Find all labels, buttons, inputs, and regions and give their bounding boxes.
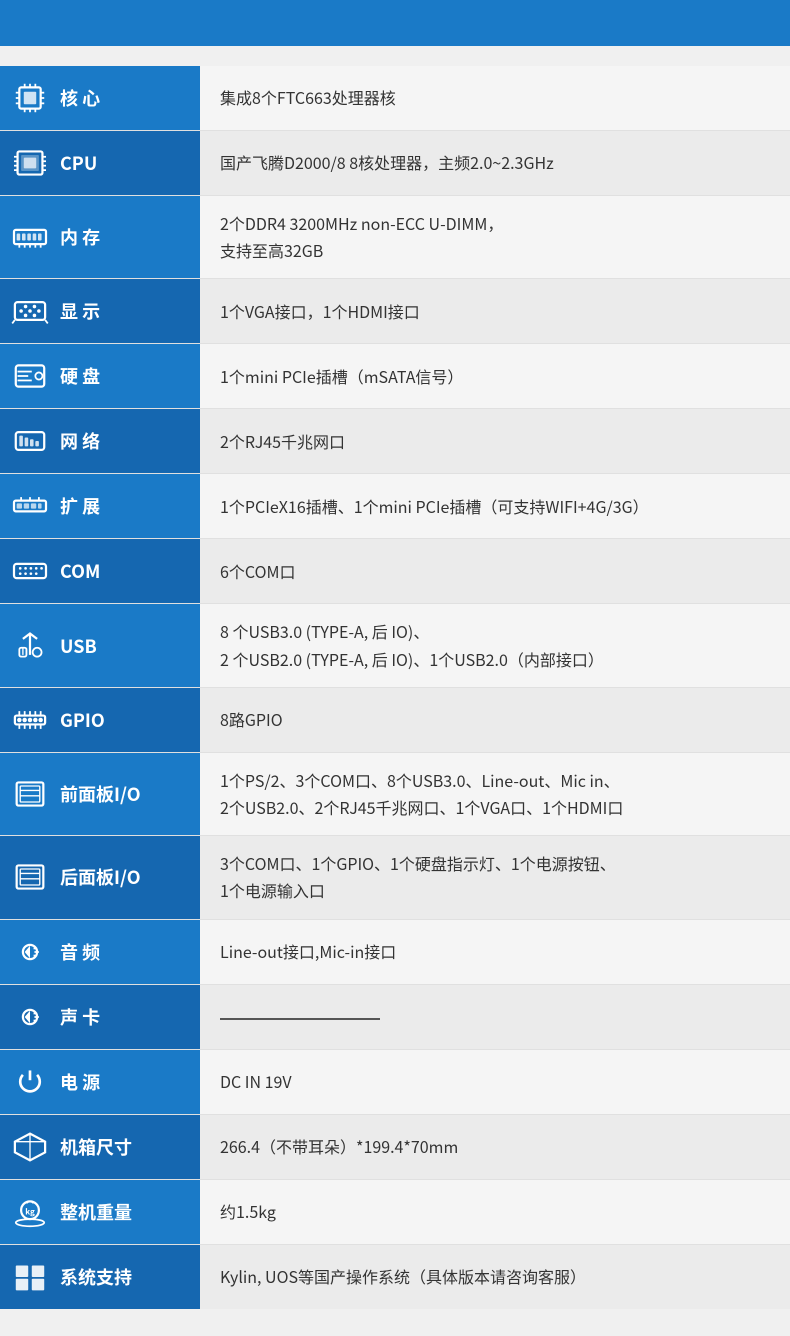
label-cell-cpu: CPU bbox=[0, 131, 200, 196]
label-text-audio: 音 频 bbox=[60, 939, 100, 965]
label-cell-gpio: GPIO bbox=[0, 687, 200, 752]
value-cell-core: 集成8个FTC663处理器核 bbox=[200, 66, 790, 131]
table-row: 电 源 DC IN 19V bbox=[0, 1049, 790, 1114]
serial-icon bbox=[10, 553, 50, 589]
table-row: 内 存 2个DDR4 3200MHz non-ECC U-DIMM，支持至高32G… bbox=[0, 196, 790, 279]
label-cell-weight: kg 整机重量 bbox=[0, 1179, 200, 1244]
table-row: 声 卡 bbox=[0, 984, 790, 1049]
network-icon bbox=[10, 423, 50, 459]
label-text-usb: USB bbox=[60, 633, 97, 659]
label-text-weight: 整机重量 bbox=[60, 1199, 132, 1225]
audio-icon bbox=[10, 934, 50, 970]
spacer-top bbox=[0, 46, 790, 66]
cpu-chip-icon bbox=[10, 80, 50, 116]
label-cell-os: 系统支持 bbox=[0, 1244, 200, 1309]
table-row: USB 8 个USB3.0 (TYPE-A, 后 IO)、2 个USB2.0 (T… bbox=[0, 604, 790, 687]
label-cell-power: 电 源 bbox=[0, 1049, 200, 1114]
table-row: kg 整机重量约1.5kg bbox=[0, 1179, 790, 1244]
weight-icon: kg bbox=[10, 1194, 50, 1230]
table-row: 硬 盘 1个mini PCIe插槽（mSATA信号） bbox=[0, 344, 790, 409]
table-row: 网 络 2个RJ45千兆网口 bbox=[0, 409, 790, 474]
label-text-os: 系统支持 bbox=[60, 1264, 132, 1290]
label-text-core: 核 心 bbox=[60, 85, 100, 111]
vga-icon bbox=[10, 293, 50, 329]
label-cell-core: 核 心 bbox=[0, 66, 200, 131]
usb-icon bbox=[10, 628, 50, 664]
table-row: COM 6个COM口 bbox=[0, 539, 790, 604]
table-row: 核 心 集成8个FTC663处理器核 bbox=[0, 66, 790, 131]
label-text-rear-io: 后面板I/O bbox=[60, 864, 141, 890]
value-cell-storage: 1个mini PCIe插槽（mSATA信号） bbox=[200, 344, 790, 409]
label-cell-front-io: 前面板I/O bbox=[0, 752, 200, 835]
label-text-power: 电 源 bbox=[60, 1069, 100, 1095]
label-text-expansion: 扩 展 bbox=[60, 493, 100, 519]
spacer-bottom bbox=[0, 1309, 790, 1329]
pcie-icon bbox=[10, 488, 50, 524]
table-row: GPIO 8路GPIO bbox=[0, 687, 790, 752]
table-row: 音 频 Line-out接口,Mic-in接口 bbox=[0, 919, 790, 984]
label-text-display: 显 示 bbox=[60, 298, 100, 324]
label-cell-expansion: 扩 展 bbox=[0, 474, 200, 539]
processor-icon bbox=[10, 145, 50, 181]
value-cell-rear-io: 3个COM口、1个GPIO、1个硬盘指示灯、1个电源按钮、1个电源输入口 bbox=[200, 836, 790, 919]
label-text-memory: 内 存 bbox=[60, 224, 100, 250]
value-cell-memory: 2个DDR4 3200MHz non-ECC U-DIMM，支持至高32GB bbox=[200, 196, 790, 279]
label-cell-audio: 音 频 bbox=[0, 919, 200, 984]
value-cell-cpu: 国产飞腾D2000/8 8核处理器，主频2.0~2.3GHz bbox=[200, 131, 790, 196]
value-cell-gpio: 8路GPIO bbox=[200, 687, 790, 752]
audio-icon bbox=[10, 999, 50, 1035]
label-cell-chassis: 机箱尺寸 bbox=[0, 1114, 200, 1179]
table-row: 机箱尺寸 266.4（不带耳朵）*199.4*70mm bbox=[0, 1114, 790, 1179]
table-row: 后面板I/O 3个COM口、1个GPIO、1个硬盘指示灯、1个电源按钮、1个电源输… bbox=[0, 836, 790, 919]
value-cell-weight: 约1.5kg bbox=[200, 1179, 790, 1244]
label-cell-network: 网 络 bbox=[0, 409, 200, 474]
label-text-storage: 硬 盘 bbox=[60, 363, 100, 389]
value-cell-network: 2个RJ45千兆网口 bbox=[200, 409, 790, 474]
label-cell-display: 显 示 bbox=[0, 279, 200, 344]
value-cell-front-io: 1个PS/2、3个COM口、8个USB3.0、Line-out、Mic in、2… bbox=[200, 752, 790, 835]
chassis-icon bbox=[10, 1129, 50, 1165]
value-cell-audio: Line-out接口,Mic-in接口 bbox=[200, 919, 790, 984]
label-cell-rear-io: 后面板I/O bbox=[0, 836, 200, 919]
label-text-soundcard: 声 卡 bbox=[60, 1004, 100, 1030]
value-cell-display: 1个VGA接口，1个HDMI接口 bbox=[200, 279, 790, 344]
page-wrapper: 核 心 集成8个FTC663处理器核 CPU 国产飞腾D2000/8 8核处理器，主… bbox=[0, 0, 790, 1329]
svg-text:kg: kg bbox=[25, 1206, 35, 1217]
label-text-cpu: CPU bbox=[60, 150, 97, 176]
label-cell-memory: 内 存 bbox=[0, 196, 200, 279]
label-text-com: COM bbox=[60, 558, 100, 584]
value-cell-com: 6个COM口 bbox=[200, 539, 790, 604]
value-cell-usb: 8 个USB3.0 (TYPE-A, 后 IO)、2 个USB2.0 (TYPE… bbox=[200, 604, 790, 687]
value-cell-soundcard bbox=[200, 984, 790, 1049]
label-text-gpio: GPIO bbox=[60, 707, 105, 733]
ram-icon bbox=[10, 219, 50, 255]
table-row: 显 示 1个VGA接口，1个HDMI接口 bbox=[0, 279, 790, 344]
windows-icon bbox=[10, 1259, 50, 1295]
label-text-front-io: 前面板I/O bbox=[60, 781, 141, 807]
gpio-icon bbox=[10, 702, 50, 738]
table-row: 前面板I/O 1个PS/2、3个COM口、8个USB3.0、Line-out、Mi… bbox=[0, 752, 790, 835]
value-cell-chassis: 266.4（不带耳朵）*199.4*70mm bbox=[200, 1114, 790, 1179]
header bbox=[0, 0, 790, 46]
value-cell-os: Kylin, UOS等国产操作系统（具体版本请咨询客服） bbox=[200, 1244, 790, 1309]
panel-icon bbox=[10, 859, 50, 895]
table-row: 系统支持 Kylin, UOS等国产操作系统（具体版本请咨询客服） bbox=[0, 1244, 790, 1309]
hdd-icon bbox=[10, 358, 50, 394]
value-cell-power: DC IN 19V bbox=[200, 1049, 790, 1114]
label-text-network: 网 络 bbox=[60, 428, 100, 454]
label-cell-storage: 硬 盘 bbox=[0, 344, 200, 409]
table-row: 扩 展 1个PCIeX16插槽、1个mini PCIe插槽（可支持WIFI+4G/… bbox=[0, 474, 790, 539]
spec-table: 核 心 集成8个FTC663处理器核 CPU 国产飞腾D2000/8 8核处理器，主… bbox=[0, 66, 790, 1309]
label-cell-usb: USB bbox=[0, 604, 200, 687]
table-row: CPU 国产飞腾D2000/8 8核处理器，主频2.0~2.3GHz bbox=[0, 131, 790, 196]
label-cell-com: COM bbox=[0, 539, 200, 604]
label-text-chassis: 机箱尺寸 bbox=[60, 1134, 132, 1160]
panel-icon bbox=[10, 776, 50, 812]
power-icon bbox=[10, 1064, 50, 1100]
value-cell-expansion: 1个PCIeX16插槽、1个mini PCIe插槽（可支持WIFI+4G/3G） bbox=[200, 474, 790, 539]
label-cell-soundcard: 声 卡 bbox=[0, 984, 200, 1049]
